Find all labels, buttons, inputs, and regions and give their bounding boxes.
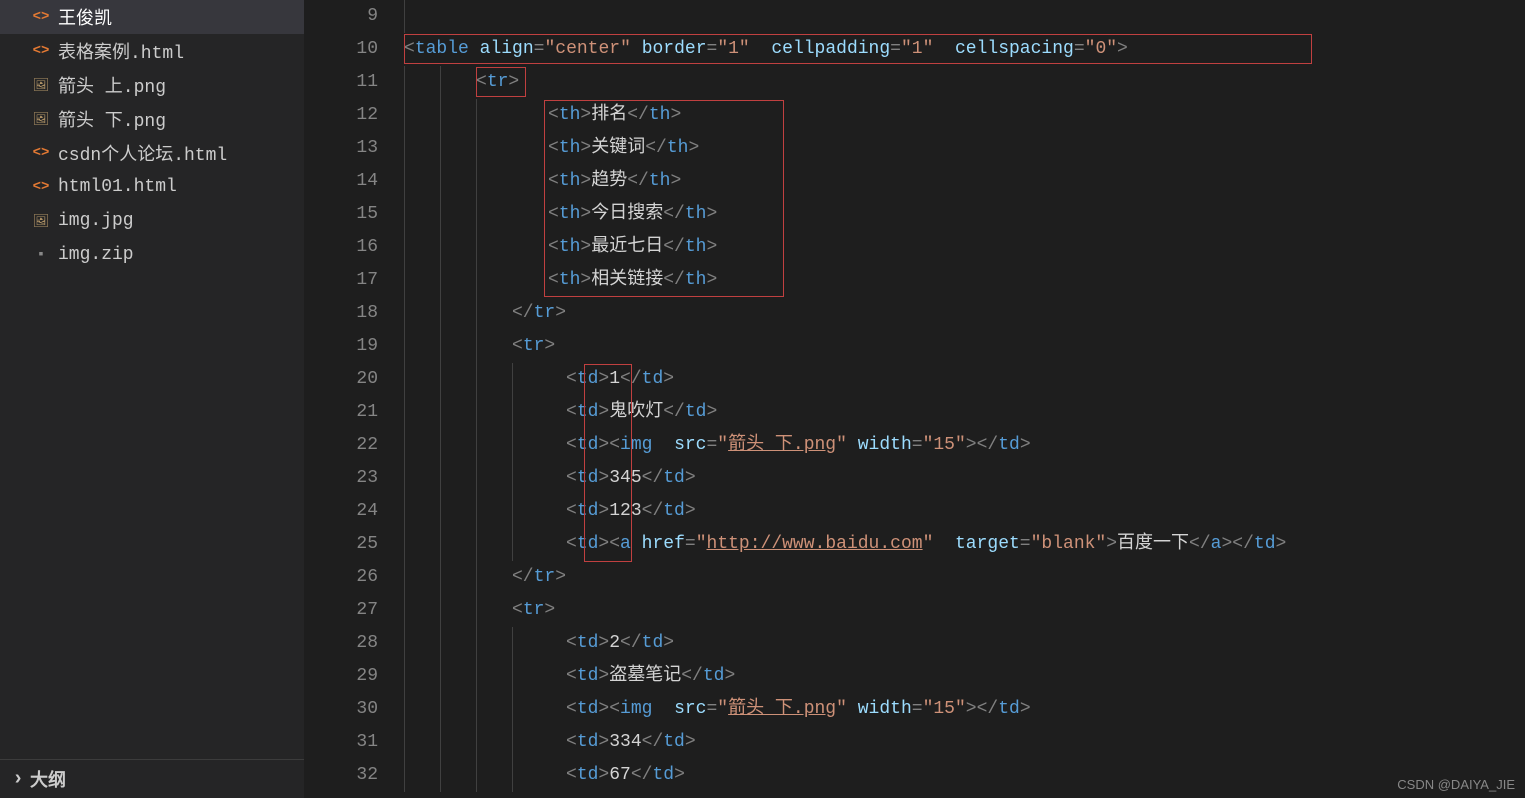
file-item[interactable]: 王俊凯	[0, 0, 304, 34]
img-file-icon	[32, 212, 50, 230]
code-line[interactable]: <tr>	[404, 330, 1525, 363]
file-name: csdn个人论坛.html	[58, 140, 227, 166]
code-line[interactable]: <th>关键词</th>	[404, 132, 1525, 165]
code-line[interactable]: <td><img src="箭头 下.png" width="15"></td>	[404, 429, 1525, 462]
file-item[interactable]: html01.html	[0, 170, 304, 204]
outline-label: 大纲	[30, 766, 66, 792]
code-line[interactable]: <td>345</td>	[404, 462, 1525, 495]
code-content[interactable]: <table align="center" border="1" cellpad…	[404, 0, 1525, 798]
code-line[interactable]: <td>2</td>	[404, 627, 1525, 660]
line-number: 17	[304, 264, 378, 297]
line-number: 12	[304, 99, 378, 132]
file-name: img.jpg	[58, 211, 134, 231]
zip-file-icon	[32, 246, 50, 264]
line-number: 31	[304, 726, 378, 759]
line-number: 9	[304, 0, 378, 33]
file-item[interactable]: img.zip	[0, 238, 304, 272]
line-number: 28	[304, 627, 378, 660]
file-item[interactable]: img.jpg	[0, 204, 304, 238]
code-line[interactable]: <tr>	[404, 594, 1525, 627]
html-file-icon	[32, 144, 50, 162]
html-file-icon	[32, 42, 50, 60]
code-editor[interactable]: 9101112131415161718192021222324252627282…	[304, 0, 1525, 798]
line-number: 22	[304, 429, 378, 462]
html-file-icon	[32, 8, 50, 26]
outline-section[interactable]: 大纲	[0, 759, 304, 798]
code-line[interactable]: <td>鬼吹灯</td>	[404, 396, 1525, 429]
line-number: 20	[304, 363, 378, 396]
code-line[interactable]: <td>67</td>	[404, 759, 1525, 792]
line-number: 18	[304, 297, 378, 330]
line-number: 10	[304, 33, 378, 66]
code-line[interactable]: <td>1</td>	[404, 363, 1525, 396]
line-number: 27	[304, 594, 378, 627]
line-number: 32	[304, 759, 378, 792]
file-name: img.zip	[58, 245, 134, 265]
file-name: 王俊凯	[58, 4, 112, 30]
code-line[interactable]: <th>排名</th>	[404, 99, 1525, 132]
file-item[interactable]: 表格案例.html	[0, 34, 304, 68]
line-number: 19	[304, 330, 378, 363]
line-number: 30	[304, 693, 378, 726]
line-number: 21	[304, 396, 378, 429]
line-number-gutter: 9101112131415161718192021222324252627282…	[304, 0, 404, 798]
code-line[interactable]: <th>相关链接</th>	[404, 264, 1525, 297]
line-number: 13	[304, 132, 378, 165]
watermark: CSDN @DAIYA_JIE	[1397, 777, 1515, 792]
file-name: 箭头 上.png	[58, 72, 166, 98]
code-line[interactable]: </tr>	[404, 297, 1525, 330]
code-line[interactable]: <tr>	[404, 66, 1525, 99]
code-line[interactable]: <th>趋势</th>	[404, 165, 1525, 198]
code-line[interactable]: <table align="center" border="1" cellpad…	[404, 33, 1525, 66]
file-name: 表格案例.html	[58, 38, 184, 64]
line-number: 16	[304, 231, 378, 264]
code-line[interactable]: <td>123</td>	[404, 495, 1525, 528]
img-file-icon	[32, 76, 50, 94]
img-file-icon	[32, 110, 50, 128]
file-item[interactable]: csdn个人论坛.html	[0, 136, 304, 170]
file-explorer: 王俊凯表格案例.html 箭头 上.png 箭头 下.png csdn个人论坛.htm…	[0, 0, 304, 798]
code-line[interactable]: </tr>	[404, 561, 1525, 594]
code-line[interactable]: <th>最近七日</th>	[404, 231, 1525, 264]
code-line[interactable]: <td><img src="箭头 下.png" width="15"></td>	[404, 693, 1525, 726]
code-line[interactable]: <td>334</td>	[404, 726, 1525, 759]
file-item[interactable]: 箭头 上.png	[0, 68, 304, 102]
line-number: 14	[304, 165, 378, 198]
line-number: 25	[304, 528, 378, 561]
line-number: 26	[304, 561, 378, 594]
file-name: 箭头 下.png	[58, 106, 166, 132]
code-line[interactable]: <td>盗墓笔记</td>	[404, 660, 1525, 693]
code-line[interactable]	[404, 0, 1525, 33]
html-file-icon	[32, 178, 50, 196]
line-number: 29	[304, 660, 378, 693]
line-number: 23	[304, 462, 378, 495]
code-line[interactable]: <td><a href="http://www.baidu.com" targe…	[404, 528, 1525, 561]
line-number: 24	[304, 495, 378, 528]
code-line[interactable]: <th>今日搜索</th>	[404, 198, 1525, 231]
line-number: 11	[304, 66, 378, 99]
file-list: 王俊凯表格案例.html 箭头 上.png 箭头 下.png csdn个人论坛.htm…	[0, 0, 304, 759]
line-number: 15	[304, 198, 378, 231]
file-item[interactable]: 箭头 下.png	[0, 102, 304, 136]
file-name: html01.html	[58, 177, 177, 197]
